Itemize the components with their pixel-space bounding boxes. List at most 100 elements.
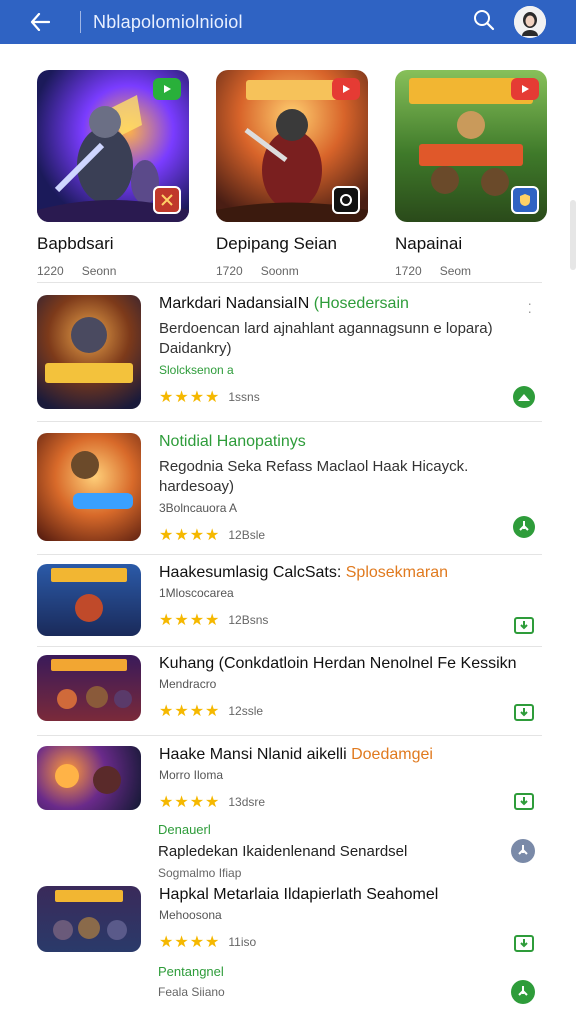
scrollbar[interactable] [570, 200, 576, 270]
install-button[interactable] [512, 788, 536, 812]
item-title: Haake Mansi Nlanid aikelli Doedamgei [159, 746, 542, 764]
featured-thumbnail[interactable] [37, 70, 189, 222]
game-art-image [55, 764, 121, 794]
item-title: Kuhang (Conkdatloin Herdan Nenolnel Fe K… [159, 655, 517, 672]
featured-card[interactable]: Napainai 1720 Seom [395, 70, 547, 278]
top-app-bar: Nblapolomiolnioiol [0, 0, 576, 44]
rating-count: 1ssns [228, 390, 260, 404]
install-box-icon [514, 617, 534, 634]
star-rating-icon: ★★★★ [159, 389, 221, 406]
game-thumbnail[interactable] [37, 433, 141, 541]
list-item[interactable]: Kuhang (Conkdatloin Herdan Nenolnel Fe K… [37, 655, 542, 723]
item-subtitle: Mehoosona [159, 908, 222, 922]
item-title: Notidial Hanopatinys [159, 433, 542, 451]
gear-badge-icon [340, 194, 352, 206]
corner-badge [332, 186, 360, 214]
meta-count: 1220 [37, 264, 64, 278]
install-icon [511, 839, 535, 863]
shield-badge-icon [520, 194, 530, 206]
item-description: Berdoencan lard ajnahlant agannagsunn e … [159, 319, 542, 359]
desc-line-1: Berdoencan lard ajnahlant agannagsunn e … [159, 320, 493, 337]
rating: ★★★★ 1ssns [159, 387, 542, 407]
item-description: Regodnia Seka Refass Maclaol Haak Hicayc… [159, 457, 542, 497]
meta-label: Soonm [260, 264, 299, 278]
play-badge [511, 78, 539, 100]
item-tag: (Hosedersain [313, 295, 409, 312]
rating: ★★★★ 12Bsle [159, 525, 542, 545]
desc-line-2: hardesoay) [159, 478, 235, 495]
list-item-info: Notidial Hanopatinys Regodnia Seka Refas… [159, 433, 542, 545]
list-item[interactable]: Haakesumlasig CalcSats: Splosekmaran 1Ml… [37, 564, 542, 638]
item-subtitle: Feala Siiano [158, 985, 225, 999]
meta-count: 1720 [395, 264, 422, 278]
item-title: Haakesumlasig CalcSats: Splosekmaran [159, 564, 542, 582]
featured-title: Napainai [395, 234, 463, 253]
download-button[interactable] [512, 385, 536, 409]
install-box-icon [514, 793, 534, 810]
search-button[interactable] [472, 8, 496, 37]
item-tag: Splosekmaran [345, 564, 449, 581]
title-text: Notidial Hanopatinys [159, 433, 306, 450]
install-button[interactable] [512, 930, 536, 954]
install-box-icon [514, 704, 534, 721]
title-text: Haake Mansi Nlanid aikelli [159, 746, 347, 763]
list-item[interactable]: Notidial Hanopatinys Regodnia Seka Refas… [37, 433, 542, 545]
game-thumbnail[interactable] [37, 886, 141, 952]
page-title: Nblapolomiolnioiol [93, 11, 243, 32]
featured-card[interactable]: Depipang Seian 1720 Soonm [216, 70, 368, 278]
rating-count: 12ssle [228, 704, 264, 718]
featured-thumbnail[interactable] [395, 70, 547, 222]
game-thumbnail[interactable] [37, 564, 141, 636]
list-item[interactable]: Pentangnel Feala Siiano [158, 964, 225, 999]
profile-avatar[interactable] [514, 6, 546, 38]
play-badge [332, 78, 360, 100]
list-item[interactable]: Hapkal Metarlaia Ildapierlath Seahomel M… [37, 886, 542, 952]
item-subtitle: 1Mloscocarea [159, 586, 234, 600]
install-button[interactable] [510, 838, 536, 864]
play-icon [343, 85, 350, 93]
install-icon [511, 980, 535, 1004]
featured-meta: 1720 Seom [395, 264, 547, 278]
install-button[interactable] [510, 979, 536, 1005]
install-button[interactable] [512, 515, 536, 539]
list-item[interactable]: Markdari NadansiaIN (Hosedersain Berdoen… [37, 295, 542, 410]
more-options-icon[interactable]: · · [527, 296, 532, 318]
item-subtitle: Sogmalmo Ifiap [158, 866, 242, 880]
install-button[interactable] [512, 612, 536, 636]
row-divider [37, 421, 542, 422]
item-subtitle: 3Bolncauora A [159, 501, 238, 515]
game-art-image [51, 659, 132, 709]
meta-label: Seom [439, 264, 472, 278]
rating-count: 12Bsle [228, 528, 266, 542]
featured-card[interactable]: Bapbdsari 1220 Seonn [37, 70, 189, 278]
item-subtitle: Mendracro [159, 677, 217, 691]
corner-badge [153, 186, 181, 214]
item-title: Rapledekan Ikaidenlenand Senardsel [158, 843, 408, 860]
rating: ★★★★ 11iso [159, 932, 542, 952]
corner-badge [511, 186, 539, 214]
install-icon [513, 516, 535, 538]
featured-thumbnail[interactable] [216, 70, 368, 222]
list-item-info: Hapkal Metarlaia Ildapierlath Seahomel M… [159, 886, 542, 952]
play-icon [522, 85, 529, 93]
arrow-left-icon [30, 13, 50, 31]
game-art-image [51, 568, 127, 622]
back-button[interactable] [18, 0, 62, 44]
item-title: Markdari NadansiaIN (Hosedersain [159, 295, 542, 313]
item-subtitle: Morro Iloma [159, 768, 224, 782]
swords-badge-icon [161, 194, 173, 206]
game-thumbnail[interactable] [37, 295, 141, 409]
featured-title: Depipang Seian [216, 234, 337, 253]
meta-count: 1720 [216, 264, 243, 278]
list-item-info: Markdari NadansiaIN (Hosedersain Berdoen… [159, 295, 542, 410]
install-button[interactable] [512, 699, 536, 723]
rating: ★★★★ 13dsre [159, 792, 542, 812]
list-item[interactable]: Haake Mansi Nlanid aikelli Doedamgei Mor… [37, 746, 542, 812]
game-thumbnail[interactable] [37, 655, 141, 721]
game-thumbnail[interactable] [37, 746, 141, 810]
play-badge [153, 78, 181, 100]
featured-title: Bapbdsari [37, 234, 114, 253]
featured-meta: 1220 Seonn [37, 264, 189, 278]
item-title: Hapkal Metarlaia Ildapierlath Seahomel [159, 886, 439, 903]
list-item[interactable]: Denauerl Rapledekan Ikaidenlenand Senard… [158, 822, 407, 880]
